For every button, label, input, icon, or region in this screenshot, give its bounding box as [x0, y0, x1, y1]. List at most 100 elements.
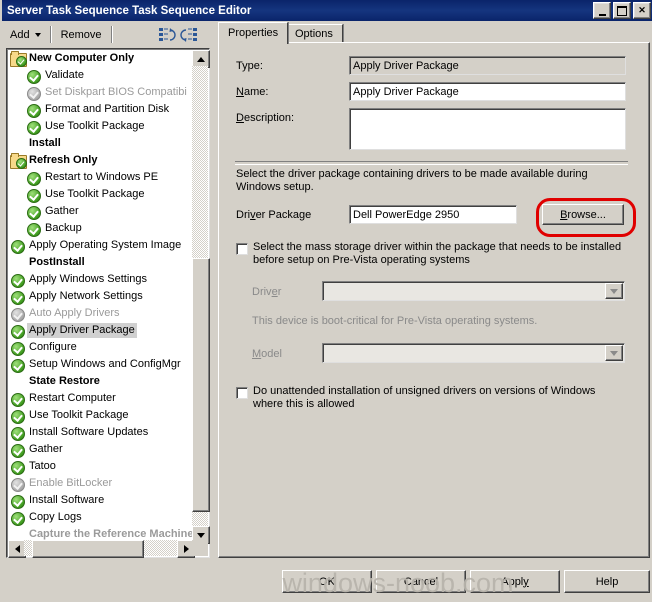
tree-item[interactable]: Enable BitLocker [8, 475, 193, 492]
remove-button[interactable]: Remove [55, 24, 108, 45]
tree-item[interactable]: Validate [8, 67, 193, 84]
tree-item-label: Tatoo [29, 460, 56, 472]
browse-button[interactable]: Browse... [542, 204, 624, 225]
tree-item[interactable]: Use Toolkit Package [8, 407, 193, 424]
tree-item-label: Use Toolkit Package [45, 120, 145, 132]
tree-vertical-scrollbar[interactable] [192, 50, 210, 544]
no-icon [10, 136, 26, 152]
tree-item-label: Apply Operating System Image [29, 239, 182, 251]
green-check-icon [10, 459, 26, 475]
mass-storage-checkbox[interactable] [236, 243, 248, 255]
apply-button-label: Apply [501, 575, 529, 588]
tree-item[interactable]: Copy Logs [8, 509, 193, 526]
tree-horizontal-scrollbar[interactable] [8, 540, 195, 558]
green-check-icon [10, 238, 26, 254]
tree-item[interactable]: Restart to Windows PE [8, 169, 193, 186]
tab-properties-label: Properties [228, 27, 279, 39]
model-label: Model [252, 348, 282, 360]
tree-item[interactable]: Install [8, 135, 193, 152]
grey-check-icon [10, 476, 26, 492]
move-down-icon [179, 27, 197, 42]
tree-item[interactable]: Use Toolkit Package [8, 118, 193, 135]
tree-item[interactable]: Install Software Updates [8, 424, 193, 441]
tree-toolbar: Add Remove [4, 22, 212, 47]
green-check-icon [26, 170, 42, 186]
tree-item-label: Configure [29, 341, 77, 353]
tree-item[interactable]: Setup Windows and ConfigMgr [8, 356, 193, 373]
task-sequence-tree-panel: New Computer Only Validate Set Diskpart BI… [6, 48, 210, 558]
tree-item[interactable]: Restart Computer [8, 390, 193, 407]
ok-button[interactable]: OK [282, 570, 372, 593]
tree-item[interactable]: Apply Driver Package [8, 322, 193, 339]
tree-item[interactable]: Set Diskpart BIOS Compatibi [8, 84, 193, 101]
tree-item-label: Use Toolkit Package [45, 188, 145, 200]
description-input[interactable] [349, 108, 626, 150]
task-sequence-editor-window: Server Task Sequence Task Sequence Edito… [0, 0, 652, 602]
name-label: Name: [236, 86, 269, 98]
mass-storage-label-line1: Select the mass storage driver within th… [253, 241, 622, 253]
tab-options[interactable]: Options [285, 24, 343, 43]
horizontal-scroll-thumb[interactable] [32, 540, 144, 558]
task-sequence-tree[interactable]: New Computer Only Validate Set Diskpart BI… [8, 50, 193, 542]
tree-item-label: Validate [45, 69, 84, 81]
move-down-button[interactable] [178, 24, 200, 45]
move-up-button[interactable] [156, 24, 178, 45]
tree-item[interactable]: Install Software [8, 492, 193, 509]
intro-text: Select the driver package containing dri… [236, 168, 588, 193]
type-label: Type: [236, 60, 263, 72]
no-icon [10, 255, 26, 271]
tree-item[interactable]: New Computer Only [8, 50, 193, 67]
grey-check-icon [10, 306, 26, 322]
tree-item[interactable]: Refresh Only [8, 152, 193, 169]
green-check-icon [10, 510, 26, 526]
type-value: Apply Driver Package [349, 56, 626, 75]
driver-combo-arrow [605, 283, 623, 299]
minimize-button[interactable] [593, 2, 611, 19]
close-button[interactable]: ✕ [633, 2, 651, 19]
cancel-button[interactable]: Cancel [376, 570, 466, 593]
help-button[interactable]: Help [564, 570, 650, 593]
add-button-label: Add [10, 28, 30, 41]
tree-item[interactable]: Apply Operating System Image [8, 237, 193, 254]
ok-button-label: OK [319, 575, 335, 588]
toolbar-separator-1 [49, 26, 52, 43]
grey-check-icon [26, 85, 42, 101]
tree-item[interactable]: Configure [8, 339, 193, 356]
tree-item-label: Format and Partition Disk [45, 103, 170, 115]
tree-item[interactable]: Apply Network Settings [8, 288, 193, 305]
tree-item[interactable]: Auto Apply Drivers [8, 305, 193, 322]
add-button[interactable]: Add [4, 24, 47, 45]
unsigned-drivers-checkbox[interactable] [236, 387, 248, 399]
driver-label: Driver [252, 286, 282, 298]
window-controls: ✕ [593, 2, 651, 19]
tree-item[interactable]: Apply Windows Settings [8, 271, 193, 288]
arrow-right-icon [183, 545, 189, 553]
driver-package-value: Dell PowerEdge 2950 [349, 205, 517, 224]
tab-properties[interactable]: Properties [218, 22, 289, 44]
tree-item[interactable]: State Restore [8, 373, 193, 390]
tree-item[interactable]: Tatoo [8, 458, 193, 475]
unsigned-label-line1: Do unattended installation of unsigned d… [253, 385, 596, 397]
green-check-icon [26, 68, 42, 84]
tree-item-label: Copy Logs [29, 511, 82, 523]
tree-item-label: Install Software Updates [29, 426, 149, 438]
green-check-icon [10, 323, 26, 339]
apply-button[interactable]: Apply [470, 570, 560, 593]
vertical-scroll-thumb[interactable] [192, 258, 210, 512]
green-check-icon [10, 493, 26, 509]
close-icon: ✕ [638, 5, 646, 15]
tree-item[interactable]: Gather [8, 203, 193, 220]
help-button-label: Help [595, 575, 619, 588]
tree-item[interactable]: Backup [8, 220, 193, 237]
maximize-button[interactable] [613, 2, 631, 19]
properties-tab-panel: Type: Apply Driver Package Name: Apply D… [218, 42, 650, 558]
tree-item[interactable]: Format and Partition Disk [8, 101, 193, 118]
tree-item-label: Gather [45, 205, 79, 217]
arrow-left-icon [14, 545, 20, 553]
tree-item-label: Backup [45, 222, 82, 234]
tree-item[interactable]: Gather [8, 441, 193, 458]
tree-item[interactable]: Use Toolkit Package [8, 186, 193, 203]
tree-item[interactable]: PostInstall [8, 254, 193, 271]
name-input[interactable]: Apply Driver Package [349, 82, 626, 101]
tree-item-label: Install Software [29, 494, 105, 506]
